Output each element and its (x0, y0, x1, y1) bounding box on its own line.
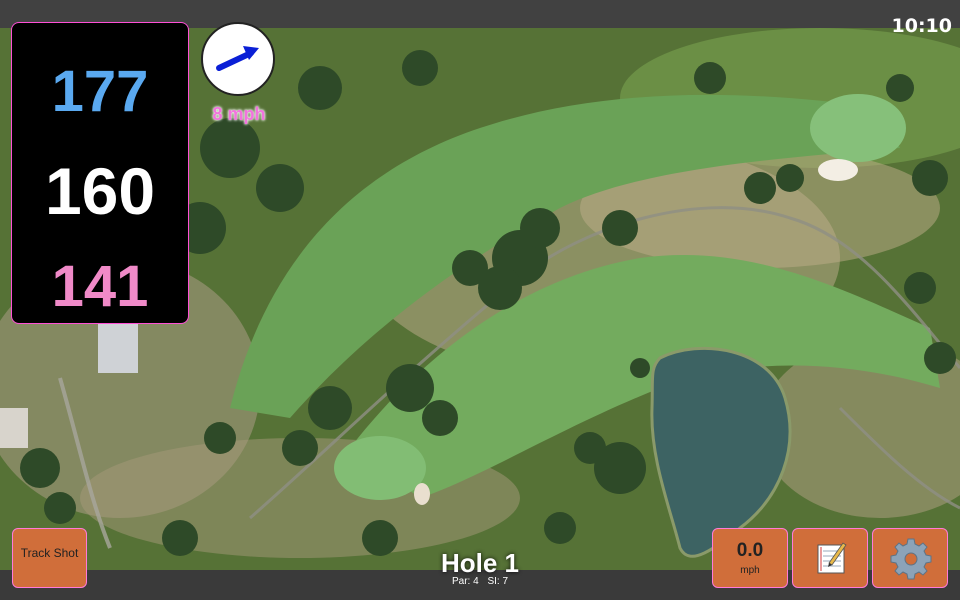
middle-of-green-distance: 160 (44, 154, 156, 228)
arrow-icon (216, 46, 259, 71)
back-of-green-distance: 177 (51, 59, 149, 124)
wind-gauge-unit: mph (740, 565, 760, 576)
golf-gps-screen: 10:10 177 160 141 8 mph Track Shot Hole … (0, 0, 960, 600)
wind-gauge-value: 0.0 (736, 540, 764, 561)
gear-icon (890, 538, 932, 580)
wind-direction-indicator (201, 22, 275, 96)
hole-meta: Par: 4 SI: 7 (380, 576, 580, 587)
front-of-green-distance: 141 (51, 254, 149, 319)
track-shot-button[interactable]: Track Shot (12, 528, 87, 588)
distance-panel: 177 160 141 (11, 22, 189, 324)
notepad-icon (817, 542, 847, 574)
wind-speed-label: 8 mph (212, 104, 266, 124)
par-label: Par: 4 (451, 576, 479, 587)
clock: 10:10 (891, 15, 952, 37)
stroke-index-label: SI: 7 (487, 576, 509, 587)
settings-button[interactable] (872, 528, 948, 588)
track-shot-label: Track Shot (20, 546, 79, 560)
hole-title: Hole 1 (440, 548, 520, 578)
notes-button[interactable] (792, 528, 868, 588)
wind-gauge-button[interactable]: 0.0 mph (712, 528, 788, 588)
